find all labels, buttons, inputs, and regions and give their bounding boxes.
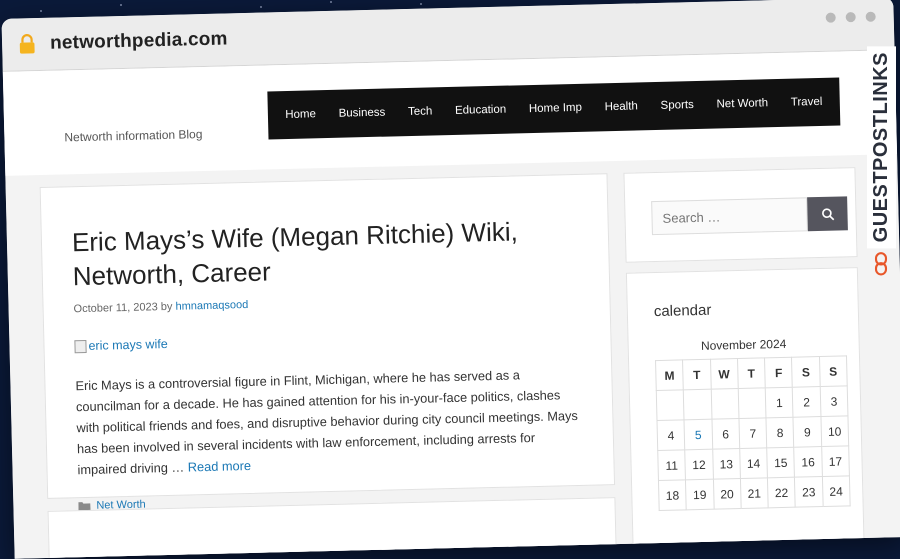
calendar-day: 4	[657, 419, 686, 451]
calendar-day: 11	[657, 449, 686, 481]
calendar-day: 8	[766, 417, 795, 448]
nav-item-net-worth[interactable]: Net Worth	[716, 97, 768, 110]
calendar-day-header: S	[819, 355, 848, 387]
post-date[interactable]: October 11, 2023	[73, 301, 157, 315]
calendar-day-header: T	[737, 357, 766, 389]
calendar-caption: November 2024	[700, 336, 787, 353]
search-icon	[821, 207, 834, 220]
calendar-week-row: 1 2 3	[656, 385, 848, 421]
window-dot-icon[interactable]	[825, 12, 836, 23]
chain-link-icon	[874, 252, 888, 276]
calendar-day: 19	[685, 479, 714, 510]
post-excerpt: Eric Mays is a controversial figure in F…	[75, 363, 583, 480]
web-page: Networth information Blog Home Business …	[2, 50, 900, 559]
badge-text: GUESTPOSTLINKS	[866, 46, 896, 249]
post-meta: October 11, 2023 by hmnamaqsood	[73, 291, 579, 315]
nav-item-home[interactable]: Home	[285, 108, 316, 121]
calendar-day: 9	[793, 416, 822, 448]
calendar-day-linked[interactable]: 5	[684, 419, 713, 450]
nav-item-health[interactable]: Health	[604, 100, 638, 113]
read-more-link[interactable]: Read more	[188, 458, 252, 475]
post-image-alt: eric mays wife	[88, 336, 168, 353]
calendar-day	[683, 389, 712, 420]
nav-item-business[interactable]: Business	[339, 107, 386, 120]
site-tagline: Networth information Blog	[64, 127, 203, 145]
post-card: Eric Mays’s Wife (Megan Ritchie) Wiki, N…	[39, 173, 616, 512]
calendar-day: 12	[685, 449, 714, 480]
calendar-day-header: S	[791, 356, 820, 388]
calendar-day-header: M	[655, 359, 684, 391]
calendar-day: 16	[794, 446, 823, 478]
calendar-day: 22	[767, 477, 796, 508]
calendar-day: 13	[712, 448, 741, 480]
calendar-day	[656, 389, 685, 421]
calendar-week-row: 4 5 6 7 8 9 10	[657, 415, 849, 451]
calendar-widget-title: calendar	[653, 301, 712, 321]
window-dot-icon[interactable]	[865, 11, 876, 22]
calendar-day: 10	[820, 415, 849, 447]
calendar-day: 24	[822, 475, 851, 507]
search-widget	[623, 167, 858, 263]
calendar-day: 2	[792, 386, 821, 418]
site-header: Networth information Blog Home Business …	[2, 50, 898, 176]
search-input[interactable]	[651, 197, 808, 236]
calendar-day	[738, 387, 767, 419]
calendar-day-link[interactable]: 5	[695, 427, 702, 441]
post-title[interactable]: Eric Mays’s Wife (Megan Ritchie) Wiki, N…	[72, 214, 534, 293]
main-nav: Home Business Tech Education Home Imp He…	[267, 77, 841, 140]
calendar-day: 15	[766, 447, 795, 478]
post-author-link[interactable]: hmnamaqsood	[175, 299, 248, 313]
calendar-day: 21	[740, 477, 769, 509]
calendar-day	[710, 388, 739, 420]
browser-window: networthpedia.com Networth information B…	[1, 0, 900, 559]
calendar-day: 6	[711, 418, 740, 450]
nav-item-sports[interactable]: Sports	[660, 99, 694, 112]
calendar-day-header: F	[764, 357, 793, 388]
calendar-day: 20	[713, 478, 742, 510]
lock-icon	[19, 34, 35, 54]
calendar-day: 14	[739, 447, 768, 479]
post-image-link[interactable]: eric mays wife	[74, 327, 580, 353]
calendar-week-row: 11 12 13 14 15 16 17	[657, 445, 850, 481]
nav-item-education[interactable]: Education	[455, 104, 506, 117]
calendar-day: 7	[738, 417, 767, 449]
url-text[interactable]: networthpedia.com	[50, 28, 228, 54]
nav-item-tech[interactable]: Tech	[408, 105, 433, 118]
calendar-header-row: M T W T F S S	[655, 355, 848, 391]
post-excerpt-text: Eric Mays is a controversial figure in F…	[75, 367, 579, 478]
calendar-day: 17	[821, 445, 850, 477]
calendar-day: 18	[658, 479, 687, 511]
calendar-widget: calendar November 2024 M T W T F S S 1 2…	[625, 267, 866, 559]
nav-item-home-imp[interactable]: Home Imp	[529, 102, 582, 115]
window-dot-icon[interactable]	[845, 12, 856, 23]
calendar-day-header: W	[710, 358, 739, 390]
calendar-day-header: T	[682, 359, 711, 390]
window-controls	[825, 11, 876, 23]
post-by: by	[160, 300, 173, 314]
calendar-day: 1	[765, 387, 794, 418]
guestpostlinks-badge: GUESTPOSTLINKS	[866, 46, 896, 276]
broken-image-icon	[74, 339, 87, 353]
search-button[interactable]	[807, 196, 848, 232]
calendar-table: M T W T F S S 1 2 3 4 5 6 7 8 9 10 11 12…	[655, 355, 851, 511]
calendar-day: 3	[819, 385, 848, 417]
nav-item-travel[interactable]: Travel	[791, 96, 823, 109]
calendar-week-row: 18 19 20 21 22 23 24	[658, 475, 851, 511]
